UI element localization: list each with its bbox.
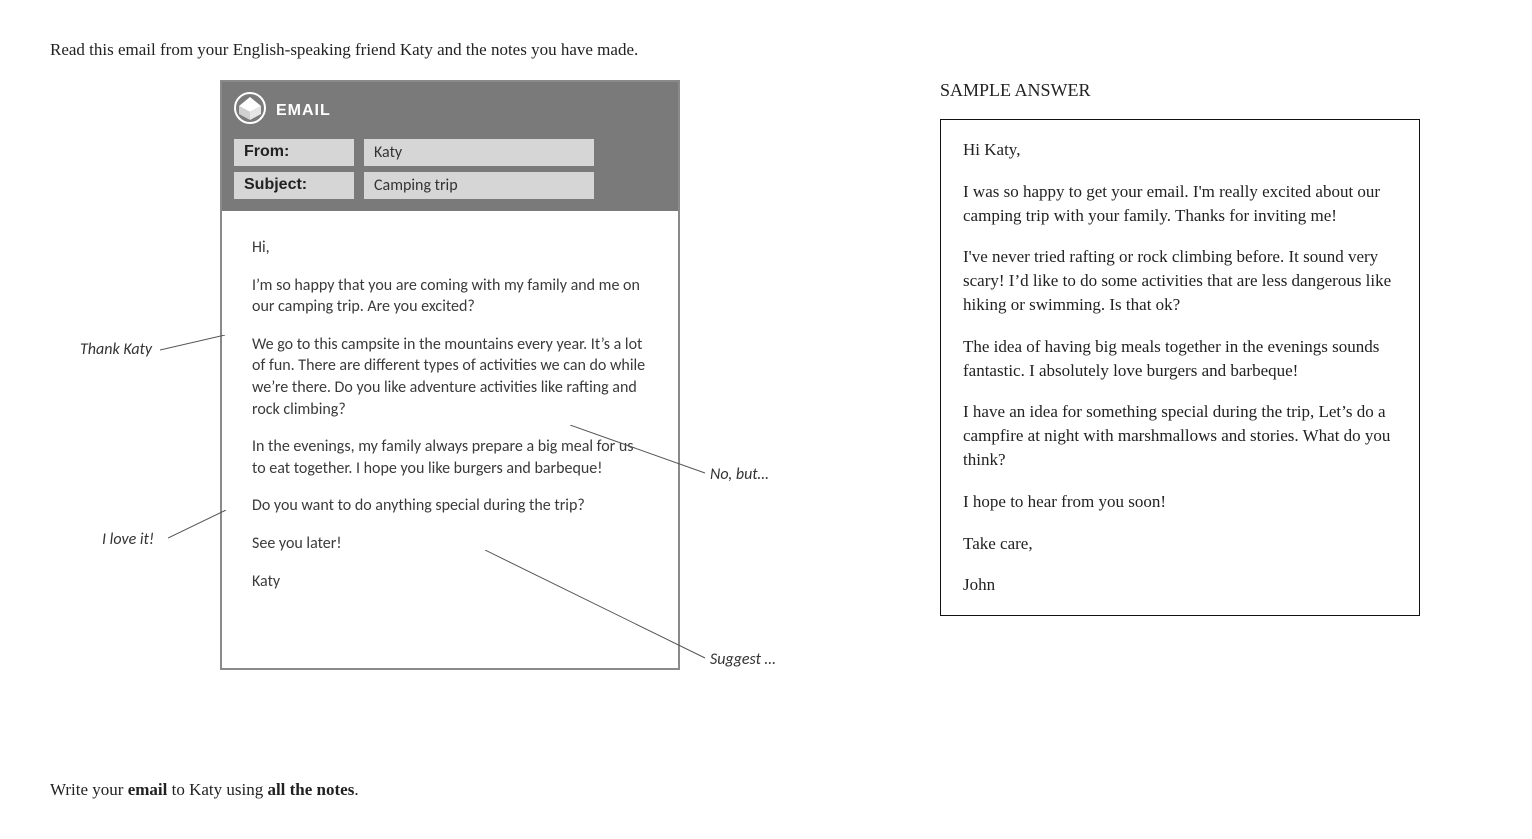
ans-p2: I was so happy to get your email. I'm re… xyxy=(963,180,1397,228)
instruction-top: Read this email from your English-speaki… xyxy=(50,40,1482,60)
annotation-suggest: Suggest … xyxy=(710,650,776,669)
ans-p3: I've never tried rafting or rock climbin… xyxy=(963,245,1397,316)
annotation-thank-katy: Thank Katy xyxy=(80,340,152,359)
ib-post: . xyxy=(354,780,358,799)
ans-p6: I hope to hear from you soon! xyxy=(963,490,1397,514)
email-p5: Do you want to do anything special durin… xyxy=(252,495,648,517)
mail-icon xyxy=(234,92,266,129)
email-p2: I’m so happy that you are coming with my… xyxy=(252,275,648,318)
ib-mid: to Katy using xyxy=(167,780,267,799)
subject-label: Subject: xyxy=(234,172,354,199)
email-body: Hi, I’m so happy that you are coming wit… xyxy=(222,211,678,668)
email-card: EMAIL From: Katy Subject: Camping trip H… xyxy=(220,80,680,670)
sample-answer-box: Hi Katy, I was so happy to get your emai… xyxy=(940,119,1420,616)
ans-p8: John xyxy=(963,573,1397,597)
from-label: From: xyxy=(234,139,354,166)
email-p6: See you later! xyxy=(252,533,648,555)
email-app-label: EMAIL xyxy=(276,102,331,120)
ans-p7: Take care, xyxy=(963,532,1397,556)
from-row: From: Katy xyxy=(234,139,666,166)
annotation-no-but: No, but… xyxy=(710,465,769,484)
ib-pre: Write your xyxy=(50,780,128,799)
annotation-i-love-it: I love it! xyxy=(102,530,154,549)
ib-b2: all the notes xyxy=(267,780,354,799)
answer-column: SAMPLE ANSWER Hi Katy, I was so happy to… xyxy=(940,80,1482,616)
ans-p5: I have an idea for something special dur… xyxy=(963,400,1397,471)
ans-p4: The idea of having big meals together in… xyxy=(963,335,1397,383)
email-header: EMAIL From: Katy Subject: Camping trip xyxy=(222,82,678,211)
subject-value: Camping trip xyxy=(364,172,594,199)
annotation-line-2 xyxy=(168,510,228,540)
from-value: Katy xyxy=(364,139,594,166)
email-p4: In the evenings, my family always prepar… xyxy=(252,436,648,479)
ib-b1: email xyxy=(128,780,168,799)
email-p1: Hi, xyxy=(252,237,648,259)
subject-row: Subject: Camping trip xyxy=(234,172,666,199)
email-p3: We go to this campsite in the mountains … xyxy=(252,334,648,420)
sample-answer-title: SAMPLE ANSWER xyxy=(940,80,1482,101)
instruction-bottom: Write your email to Katy using all the n… xyxy=(50,780,359,800)
email-p7: Katy xyxy=(252,571,648,593)
ans-p1: Hi Katy, xyxy=(963,138,1397,162)
